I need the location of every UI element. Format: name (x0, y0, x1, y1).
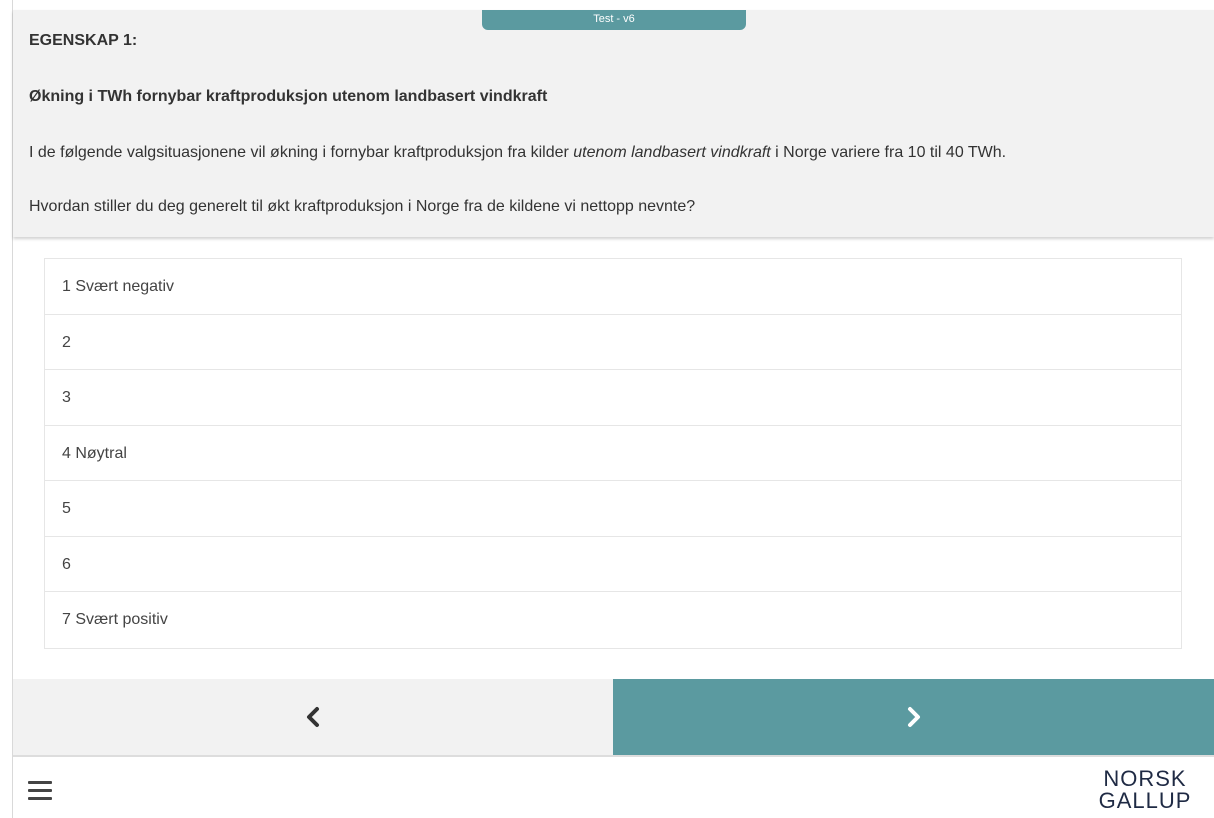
navigation-bar (13, 679, 1214, 755)
logo-line-1: NORSK (1103, 766, 1187, 791)
question-intro-end: i Norge variere fra 10 til 40 TWh. (770, 144, 1007, 161)
question-prompt: Hvordan stiller du deg generelt til økt … (29, 198, 696, 215)
answer-option-6[interactable]: 6 (45, 536, 1181, 592)
answer-option-2[interactable]: 2 (45, 314, 1181, 370)
question-intro-emphasis: utenom landbasert vindkraft (573, 144, 771, 161)
question-heading: EGENSKAP 1: (29, 32, 138, 49)
chevron-right-icon (907, 707, 920, 727)
back-button[interactable] (13, 679, 613, 755)
answer-option-3[interactable]: 3 (45, 370, 1181, 426)
answer-option-5[interactable]: 5 (45, 481, 1181, 537)
answer-option-7[interactable]: 7 Svært positiv (45, 592, 1181, 648)
logo-line-2: GALLUP (1098, 788, 1192, 813)
chevron-left-icon (307, 707, 319, 727)
answer-option-1[interactable]: 1 Svært negativ (45, 259, 1181, 315)
question-intro-start: I de følgende valgsituasjonene vil øknin… (29, 144, 574, 161)
navigation-divider (13, 755, 1214, 757)
answer-options-list: 1 Svært negativ 2 3 4 Nøytral 5 6 7 Svær… (44, 258, 1182, 649)
norsk-gallup-logo: NORSK GALLUP (1090, 768, 1200, 816)
question-intro: I de følgende valgsituasjonene vil øknin… (29, 143, 1006, 163)
next-button[interactable] (613, 679, 1214, 755)
answer-option-4[interactable]: 4 Nøytral (45, 425, 1181, 481)
version-tab: Test - v6 (482, 10, 746, 30)
hamburger-menu-icon[interactable] (28, 781, 52, 801)
question-subheading: Økning i TWh fornybar kraftproduksjon ut… (29, 88, 548, 105)
